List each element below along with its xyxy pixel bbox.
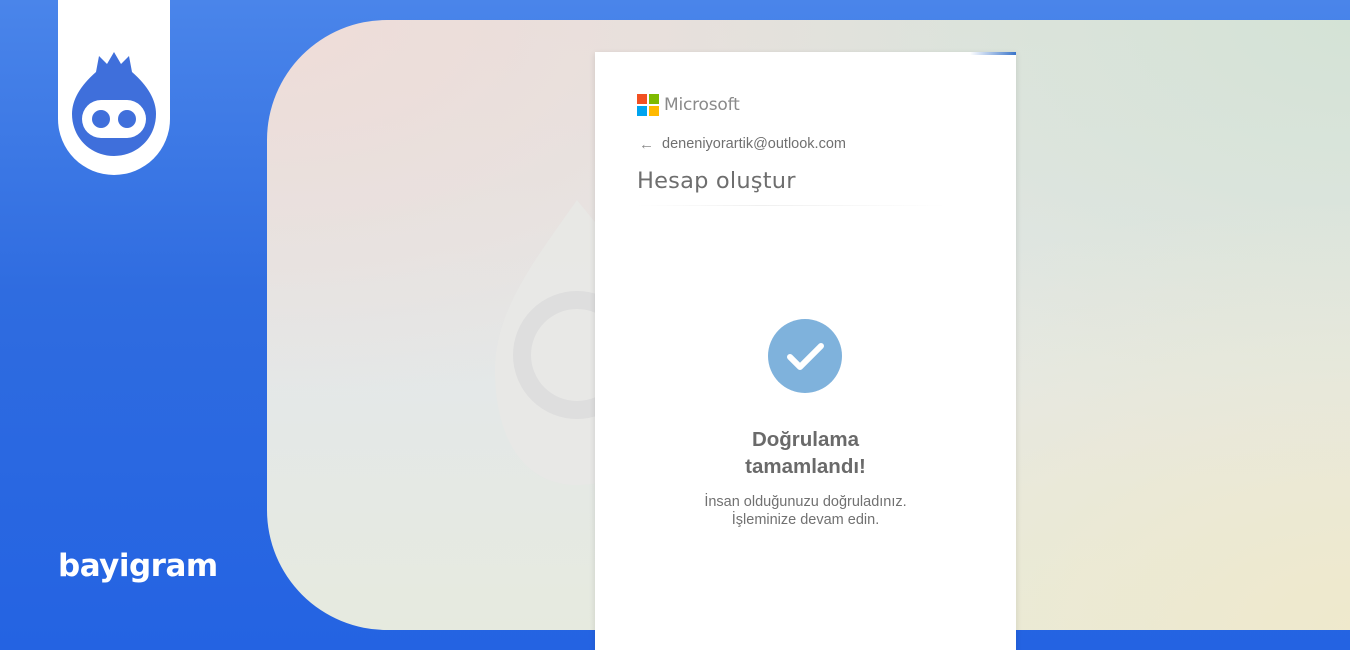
title-divider bbox=[637, 205, 947, 206]
verification-title-line2: tamamlandı! bbox=[745, 455, 866, 478]
brand-tab bbox=[58, 0, 170, 175]
verification-title-line1: Doğrulama bbox=[751, 428, 860, 451]
microsoft-logo-icon bbox=[637, 94, 659, 116]
verification-description-line1: İnsan olduğunuzu doğruladınız. bbox=[704, 494, 907, 510]
checkmark-icon bbox=[787, 343, 824, 370]
bayigram-drop-icon bbox=[72, 52, 156, 156]
page-title: Hesap oluştur bbox=[637, 168, 796, 194]
verification-description-line2: İşleminize devam edin. bbox=[731, 512, 880, 528]
brand-wordmark: bayigram bbox=[58, 548, 218, 584]
identity-email: deneniyorartik@outlook.com bbox=[662, 136, 846, 152]
microsoft-logo: Microsoft bbox=[637, 94, 740, 116]
promo-frame: bayigram Microsoft ← deneniyorartik@outl… bbox=[0, 0, 1350, 650]
progress-accent bbox=[970, 52, 1016, 55]
checkmark-circle-icon bbox=[768, 319, 842, 393]
microsoft-signup-card: Microsoft ← deneniyorartik@outlook.com H… bbox=[595, 52, 1016, 650]
microsoft-logo-text: Microsoft bbox=[664, 95, 740, 115]
verification-description: İnsan olduğunuzu doğruladınız. İşleminiz… bbox=[595, 493, 1016, 529]
identity-banner[interactable]: ← deneniyorartik@outlook.com bbox=[639, 136, 846, 152]
verification-title: Doğrulama tamamlandı! bbox=[595, 426, 1016, 480]
arrow-left-icon[interactable]: ← bbox=[639, 137, 654, 152]
